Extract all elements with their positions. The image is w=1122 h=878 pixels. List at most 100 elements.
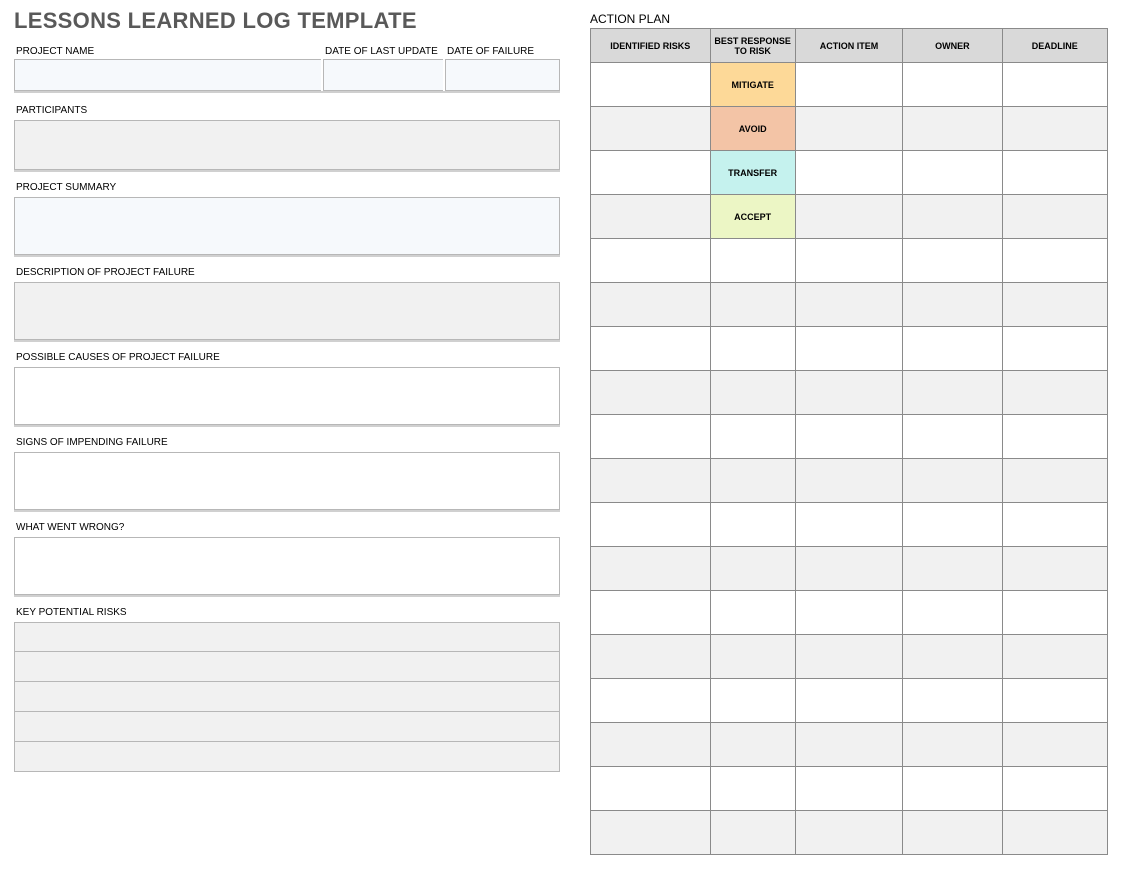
cell-owner[interactable] — [903, 63, 1002, 107]
cell-deadline[interactable] — [1002, 459, 1107, 503]
cell-action-item[interactable] — [795, 239, 902, 283]
what-went-wrong-field[interactable] — [14, 537, 560, 595]
signs-field[interactable] — [14, 452, 560, 510]
cell-identified-risk[interactable] — [591, 415, 711, 459]
cell-owner[interactable] — [903, 107, 1002, 151]
cell-best-response[interactable] — [710, 459, 795, 503]
cell-identified-risk[interactable] — [591, 327, 711, 371]
cell-identified-risk[interactable] — [591, 459, 711, 503]
cell-action-item[interactable] — [795, 547, 902, 591]
cell-best-response[interactable] — [710, 635, 795, 679]
cell-action-item[interactable] — [795, 679, 902, 723]
cell-owner[interactable] — [903, 151, 1002, 195]
cell-deadline[interactable] — [1002, 503, 1107, 547]
cell-deadline[interactable] — [1002, 635, 1107, 679]
cell-deadline[interactable] — [1002, 63, 1107, 107]
cell-owner[interactable] — [903, 503, 1002, 547]
cell-owner[interactable] — [903, 679, 1002, 723]
cell-action-item[interactable] — [795, 415, 902, 459]
cell-best-response[interactable] — [710, 327, 795, 371]
cell-identified-risk[interactable] — [591, 547, 711, 591]
cell-best-response[interactable] — [710, 811, 795, 855]
cell-deadline[interactable] — [1002, 195, 1107, 239]
cell-identified-risk[interactable] — [591, 635, 711, 679]
possible-causes-field[interactable] — [14, 367, 560, 425]
cell-deadline[interactable] — [1002, 151, 1107, 195]
key-risk-row[interactable] — [14, 652, 560, 682]
cell-best-response[interactable] — [710, 591, 795, 635]
cell-identified-risk[interactable] — [591, 679, 711, 723]
cell-owner[interactable] — [903, 591, 1002, 635]
cell-deadline[interactable] — [1002, 371, 1107, 415]
cell-best-response[interactable] — [710, 503, 795, 547]
cell-action-item[interactable] — [795, 591, 902, 635]
cell-owner[interactable] — [903, 283, 1002, 327]
cell-best-response[interactable] — [710, 547, 795, 591]
cell-best-response[interactable] — [710, 767, 795, 811]
cell-deadline[interactable] — [1002, 591, 1107, 635]
project-name-field[interactable] — [14, 59, 321, 91]
cell-owner[interactable] — [903, 811, 1002, 855]
cell-deadline[interactable] — [1002, 239, 1107, 283]
cell-best-response[interactable] — [710, 415, 795, 459]
cell-action-item[interactable] — [795, 811, 902, 855]
cell-deadline[interactable] — [1002, 547, 1107, 591]
cell-identified-risk[interactable] — [591, 107, 711, 151]
cell-action-item[interactable] — [795, 107, 902, 151]
date-failure-field[interactable] — [445, 59, 560, 91]
cell-owner[interactable] — [903, 459, 1002, 503]
cell-identified-risk[interactable] — [591, 811, 711, 855]
cell-owner[interactable] — [903, 195, 1002, 239]
cell-owner[interactable] — [903, 723, 1002, 767]
cell-identified-risk[interactable] — [591, 63, 711, 107]
cell-identified-risk[interactable] — [591, 723, 711, 767]
cell-best-response[interactable]: AVOID — [710, 107, 795, 151]
cell-best-response[interactable] — [710, 723, 795, 767]
cell-deadline[interactable] — [1002, 327, 1107, 371]
cell-action-item[interactable] — [795, 635, 902, 679]
desc-failure-field[interactable] — [14, 282, 560, 340]
cell-owner[interactable] — [903, 415, 1002, 459]
cell-best-response[interactable] — [710, 283, 795, 327]
cell-owner[interactable] — [903, 239, 1002, 283]
cell-owner[interactable] — [903, 547, 1002, 591]
cell-deadline[interactable] — [1002, 107, 1107, 151]
project-summary-field[interactable] — [14, 197, 560, 255]
cell-action-item[interactable] — [795, 63, 902, 107]
cell-action-item[interactable] — [795, 195, 902, 239]
cell-action-item[interactable] — [795, 151, 902, 195]
cell-identified-risk[interactable] — [591, 503, 711, 547]
key-risk-row[interactable] — [14, 742, 560, 772]
cell-best-response[interactable]: TRANSFER — [710, 151, 795, 195]
cell-deadline[interactable] — [1002, 679, 1107, 723]
cell-identified-risk[interactable] — [591, 767, 711, 811]
key-risk-row[interactable] — [14, 682, 560, 712]
cell-action-item[interactable] — [795, 327, 902, 371]
cell-identified-risk[interactable] — [591, 371, 711, 415]
cell-identified-risk[interactable] — [591, 283, 711, 327]
cell-action-item[interactable] — [795, 767, 902, 811]
cell-deadline[interactable] — [1002, 283, 1107, 327]
cell-owner[interactable] — [903, 371, 1002, 415]
cell-identified-risk[interactable] — [591, 195, 711, 239]
cell-best-response[interactable] — [710, 679, 795, 723]
cell-deadline[interactable] — [1002, 723, 1107, 767]
cell-action-item[interactable] — [795, 459, 902, 503]
cell-deadline[interactable] — [1002, 415, 1107, 459]
date-last-update-field[interactable] — [323, 59, 443, 91]
cell-owner[interactable] — [903, 767, 1002, 811]
cell-action-item[interactable] — [795, 371, 902, 415]
cell-best-response[interactable] — [710, 239, 795, 283]
cell-owner[interactable] — [903, 327, 1002, 371]
cell-best-response[interactable]: MITIGATE — [710, 63, 795, 107]
cell-action-item[interactable] — [795, 283, 902, 327]
key-risk-row[interactable] — [14, 712, 560, 742]
cell-action-item[interactable] — [795, 723, 902, 767]
cell-identified-risk[interactable] — [591, 239, 711, 283]
cell-best-response[interactable]: ACCEPT — [710, 195, 795, 239]
cell-deadline[interactable] — [1002, 811, 1107, 855]
cell-deadline[interactable] — [1002, 767, 1107, 811]
cell-action-item[interactable] — [795, 503, 902, 547]
cell-identified-risk[interactable] — [591, 591, 711, 635]
participants-field[interactable] — [14, 120, 560, 170]
